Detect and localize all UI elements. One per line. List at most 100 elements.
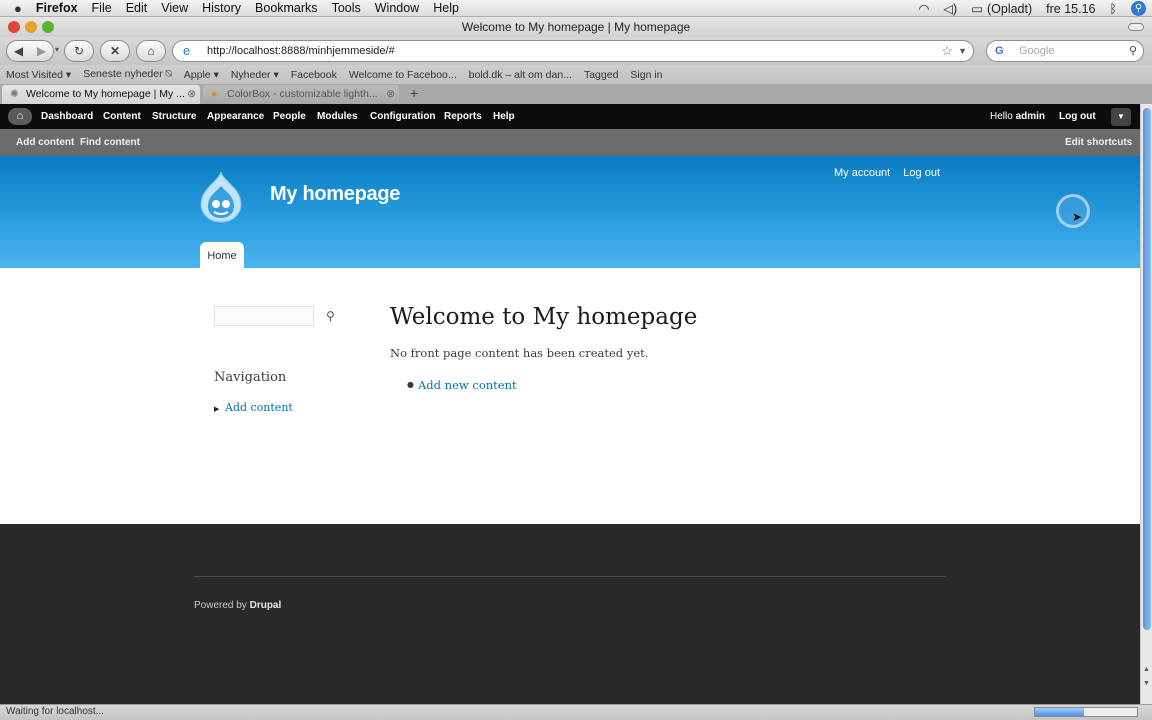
sidebar-add-content-link[interactable]: Add content [225,401,293,414]
main-region: ⚲ Navigation ▶ Add content Welcome to My… [0,268,1140,524]
shortcut-find-content[interactable]: Find content [80,137,140,148]
site-name[interactable]: My homepage [270,183,400,206]
bookmark-item[interactable]: Seneste nyheder ⍉ [83,68,172,81]
battery-icon[interactable]: ▭ [971,1,983,16]
app-menu[interactable]: Firefox [36,1,78,15]
shortcuts-bar: Add content Find content Edit shortcuts [0,129,1140,156]
apple-icon[interactable]: ● [14,1,22,16]
url-dropdown-icon[interactable]: ▼ [958,41,967,61]
add-new-content-link[interactable]: Add new content [418,378,517,392]
menu-history[interactable]: History [202,1,241,15]
bookmark-star-icon[interactable]: ☆ [941,41,953,61]
back-button[interactable]: ◀ ▶ [6,40,54,62]
search-input[interactable]: G Google ⚲ [986,40,1144,62]
wifi-icon[interactable]: ◠ [918,1,929,16]
bookmark-item[interactable]: Apple ▾ [184,69,219,81]
menu-bookmarks[interactable]: Bookmarks [255,1,318,15]
powered-by-prefix: Powered by [194,600,250,611]
drupal-logo[interactable] [196,170,246,226]
menu-window[interactable]: Window [375,1,419,15]
hello-prefix: Hello [990,111,1016,122]
menu-view[interactable]: View [161,1,188,15]
toolbar-modules[interactable]: Modules [317,111,358,122]
menu-file[interactable]: File [92,1,112,15]
spotlight-icon[interactable]: ⚲ [1131,1,1146,16]
bookmark-item[interactable]: Facebook [291,69,337,81]
drupal-link[interactable]: Drupal [250,600,282,611]
header-logout-link[interactable]: Log out [903,167,940,179]
menu-help[interactable]: Help [433,1,459,15]
page-title: Welcome to My homepage [390,304,698,330]
window-title: Welcome to My homepage | My homepage [461,20,691,34]
shortcut-add-content[interactable]: Add content [16,137,74,148]
bookmark-item[interactable]: Welcome to Faceboo... [349,69,457,81]
tab-active[interactable]: ✺ Welcome to My homepage | My ... ⊗ [2,85,200,104]
volume-icon[interactable]: ◁) [943,1,957,16]
google-icon[interactable]: G [995,41,1004,61]
window-titlebar: Welcome to My homepage | My homepage [0,17,1152,37]
toolbar-dashboard[interactable]: Dashboard [41,111,93,122]
toolbar-configuration[interactable]: Configuration [370,111,436,122]
empty-message: No front page content has been created y… [390,346,649,360]
toolbar-drawer-toggle[interactable]: ▼ [1111,108,1131,126]
bookmark-item[interactable]: Sign in [630,69,662,81]
toolbar-reports[interactable]: Reports [444,111,482,122]
toolbar-logout[interactable]: Log out [1059,111,1096,122]
history-dropdown-icon[interactable]: ▾ [55,45,59,54]
bullet-icon: ● [407,380,414,389]
bookmarks-toolbar: Most Visited ▾ Seneste nyheder ⍉ Apple ▾… [0,65,1152,84]
battery-status[interactable]: (Opladt) [987,2,1032,16]
favicon-icon: ● [211,88,218,100]
reload-icon: ↻ [73,44,85,58]
url-text[interactable]: http://localhost:8888/minhjemmeside/# [207,45,395,57]
loading-icon: ✺ [10,88,19,100]
url-bar[interactable]: e http://localhost:8888/minhjemmeside/# … [172,40,974,62]
new-tab-icon[interactable]: + [410,85,418,101]
stop-icon: ✕ [109,44,121,58]
tab-inactive[interactable]: ● ColorBox - customizable lighth... ⊗ [203,85,399,104]
scroll-up-icon[interactable]: ▲ [1143,666,1150,673]
toolbar-content[interactable]: Content [103,111,141,122]
search-icon[interactable]: ⚲ [326,309,335,323]
scroll-down-icon[interactable]: ▼ [1143,680,1150,687]
back-arrow-icon: ◀ [13,44,24,58]
username[interactable]: admin [1016,111,1045,122]
zoom-window-icon[interactable] [42,21,54,33]
toolbar-appearance[interactable]: Appearance [207,111,264,122]
clock[interactable]: fre 15.16 [1046,2,1095,16]
admin-home-icon[interactable]: ⌂ [8,108,32,125]
menu-edit[interactable]: Edit [126,1,148,15]
home-icon: ⌂ [147,44,155,58]
bookmark-item[interactable]: bold.dk – alt om dan... [469,69,572,81]
scrollbar-thumb[interactable] [1143,108,1151,630]
bluetooth-icon[interactable]: ᛒ [1109,2,1117,16]
toolbar-people[interactable]: People [273,111,306,122]
status-text: Waiting for localhost... [6,706,105,717]
close-tab-icon[interactable]: ⊗ [187,85,196,103]
reload-button[interactable]: ↻ [64,40,94,62]
site-header: My homepage My account Log out Home ➤ [0,156,1140,268]
close-window-icon[interactable] [8,21,20,33]
home-button[interactable]: ⌂ [136,40,166,62]
my-account-link[interactable]: My account [834,167,890,179]
minimize-window-icon[interactable] [25,21,37,33]
bookmark-item[interactable]: Tagged [584,69,618,81]
sidebar-search-input[interactable] [214,306,314,326]
tab-home[interactable]: Home [200,242,244,268]
tab-strip: ✺ Welcome to My homepage | My ... ⊗ ● Co… [0,84,1152,104]
stop-button[interactable]: ✕ [100,40,130,62]
edit-shortcuts-link[interactable]: Edit shortcuts [1065,137,1132,148]
menu-tools[interactable]: Tools [332,1,361,15]
close-tab-icon[interactable]: ⊗ [386,85,395,103]
site-footer: Powered by Drupal [0,524,1140,704]
search-icon[interactable]: ⚲ [1129,41,1137,61]
bookmark-item[interactable]: Nyheder ▾ [231,69,279,81]
vertical-scrollbar[interactable]: ▲ ▼ [1140,104,1152,704]
site-identity-icon[interactable]: e [183,41,190,61]
bookmark-item[interactable]: Most Visited ▾ [6,69,71,81]
toolbar-structure[interactable]: Structure [152,111,196,122]
tab-label: ColorBox - customizable lighth... [227,88,378,100]
toolbar-help[interactable]: Help [493,111,515,122]
status-bar: Waiting for localhost... [0,704,1152,720]
toolbar-toggle[interactable] [1128,23,1144,31]
